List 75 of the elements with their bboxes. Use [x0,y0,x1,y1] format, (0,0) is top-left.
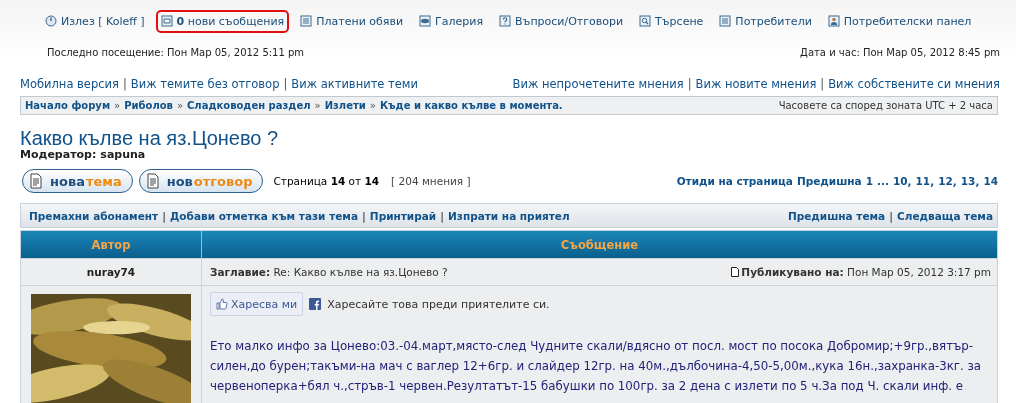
document-icon [145,173,160,189]
post-subject: Заглавие: Re: Какво кълве на яз.Цонево ? [210,266,448,278]
moderator-link[interactable]: sapuna [100,149,146,161]
separator: | [362,209,366,222]
power-icon [45,15,57,27]
column-header: Автор [21,231,202,258]
current-time-text: Дата и час: Пон Мар 05, 2012 8:45 pm [800,47,1000,60]
nav-link[interactable]: Платени обяви [295,9,409,33]
moderator-label: Модератор: [20,149,97,161]
post-button[interactable]: новотговор [138,169,264,193]
separator: | [440,209,445,222]
quick-link[interactable]: Виж темите без отговор [130,77,280,91]
page-link[interactable]: 1 [865,175,873,187]
topic-action-link[interactable]: Изпрати на приятел [448,209,570,222]
page-link[interactable]: 14 [983,175,998,187]
facebook-icon [309,298,322,310]
post-button[interactable]: новатема [22,169,133,193]
page-link[interactable]: 10, [892,175,912,187]
breadcrumb-link[interactable]: Сладководен раздел [187,100,311,111]
quick-link[interactable]: Мобилна версия [20,77,119,91]
separator: » [314,100,321,111]
quick-link[interactable]: Виж активните теми [291,77,418,91]
post-body-text: Ето малко инфо за Цонево:03.-04.март,място-след Чудните скали/вдясно от посл. мост по посока Добромир;+9гр.,вятър-силен,до бурен;такъми-на мач с ваглер 12+6гр. и слайдер 12гр. на 40м.,дълбочина-4,50-5,00м.,кука 16н.,захранка-3кг. за червеноперка+бял ч.,стръв-1 червен.Резултатът-15 бабушки по 100гр. за 2 дена с излети по 5 ч.За под Ч. скали инф. е [210,338,983,395]
like-prompt-text: Харесайте това преди приятелите си. [327,297,550,311]
separator: | [889,209,894,222]
goto-page-link[interactable]: Отиди на страница [676,175,793,187]
document-icon [731,267,740,277]
topic-action-link[interactable]: Добави отметка към тази тема [170,209,358,222]
page-link[interactable]: 13, [960,175,980,187]
quick-link[interactable]: Виж непрочетените мнения [512,77,684,91]
breadcrumb-link[interactable]: Начало форум [25,100,111,111]
breadcrumb-link[interactable]: Къде и какво кълве в момента. [379,100,563,111]
nav-link[interactable]: Излез [ Koleff ] [40,9,150,33]
nav-link[interactable]: 0 нови съобщения [155,9,290,33]
post-date: Публикувано на: Пон Мар 05, 2012 3:17 pm [741,266,991,278]
breadcrumb-link[interactable]: Излети [324,100,366,111]
previous-page-link[interactable]: Предишна [796,175,862,187]
separator: | [820,77,825,91]
separator: | [283,77,288,91]
separator: » [114,100,121,111]
document-icon [29,173,43,189]
post-count-text: [ 204 мнения ] [391,175,471,187]
list-icon [719,15,732,27]
page-link[interactable]: ... [876,175,889,187]
column-header: Съобщение [202,231,997,258]
last-visit-text: Последно посещение: Пон Мар 05, 2012 5:11 pm [47,47,305,60]
separator: | [122,77,127,91]
timezone-text: Часовете са според зоната UTC + 2 часа [778,100,993,111]
topic-action-link[interactable]: Принтирай [369,209,437,222]
topic-nav-link[interactable]: Следваща тема [897,209,993,222]
nav-link[interactable]: Търсене [634,9,709,33]
separator: | [687,77,692,91]
nav-link[interactable]: Потребители [714,9,817,33]
page-link[interactable]: 11, [915,175,935,187]
quick-link[interactable]: Виж собствените си мнения [828,77,1000,91]
list-icon [300,15,313,27]
author-name[interactable]: nuray74 [21,258,202,285]
topic-nav-link[interactable]: Предишна тема [787,209,886,222]
user-icon [827,15,840,27]
question-icon [499,15,512,27]
quick-link[interactable]: Виж новите мнения [695,77,817,91]
thumbs-up-icon [216,298,228,310]
topic-action-link[interactable]: Премахни абонамент [29,209,159,222]
separator: | [162,209,166,222]
nav-link[interactable]: Галерия [414,9,489,33]
search-icon [639,15,652,27]
nav-link[interactable]: Потребителски панел [822,9,977,33]
like-button[interactable]: Харесва ми [210,292,304,316]
separator: » [369,100,376,111]
separator: » [176,100,184,111]
page-link[interactable]: 12, [938,175,957,187]
nav-link[interactable]: Въпроси/Отговори [494,9,629,33]
topic-title[interactable]: Какво кълве на яз.Цонево ? [20,127,1016,149]
page-info-text: Страница 14 от 14 [273,175,380,187]
breadcrumb-link[interactable]: Риболов [124,100,173,111]
